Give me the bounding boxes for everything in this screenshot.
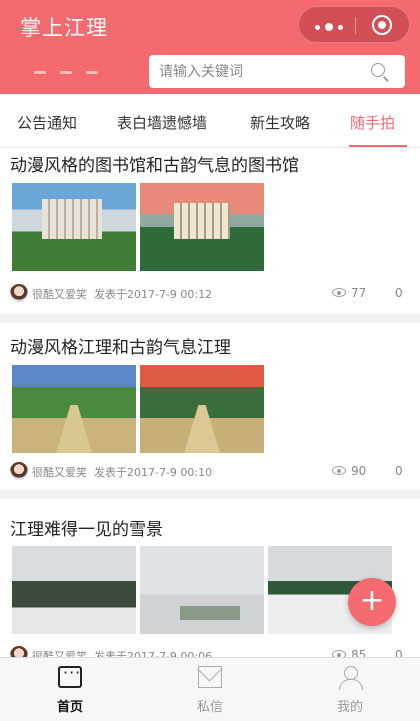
post-card[interactable]: 江理难得一见的雪景 很酷又爱笑 发表于2017-7-9 00:06 85 0 bbox=[0, 499, 420, 657]
search-icon[interactable] bbox=[371, 63, 385, 77]
post-meta: 很酷又爱笑 发表于2017-7-9 00:12 77 0 bbox=[10, 284, 410, 304]
view-count: 77 bbox=[351, 286, 367, 300]
post-card[interactable]: 动漫风格的图书馆和古韵气息的图书馆 很酷又爱笑 发表于2017-7-9 00:1… bbox=[0, 149, 420, 314]
more-icon[interactable] bbox=[315, 23, 343, 31]
post-author[interactable]: 很酷又爱笑 bbox=[32, 286, 87, 302]
post-feed[interactable]: 动漫风格的图书馆和古韵气息的图书馆 很酷又爱笑 发表于2017-7-9 00:1… bbox=[0, 149, 420, 657]
comment-count: 0 bbox=[395, 464, 403, 478]
nav-messages-label: 私信 bbox=[196, 700, 223, 715]
post-author[interactable]: 很酷又爱笑 bbox=[32, 464, 87, 480]
post-meta: 很酷又爱笑 发表于2017-7-9 00:10 90 0 bbox=[10, 462, 410, 482]
nav-home[interactable]: 首页 bbox=[0, 658, 140, 721]
avatar[interactable] bbox=[10, 284, 28, 302]
view-count: 90 bbox=[351, 464, 367, 478]
library-vintage-photo[interactable] bbox=[140, 183, 264, 271]
views-eye-icon bbox=[332, 466, 346, 475]
post-divider bbox=[0, 314, 420, 323]
post-title[interactable]: 江理难得一见的雪景 bbox=[10, 515, 163, 540]
tab-freshman-guide[interactable]: 新生攻略 bbox=[250, 112, 310, 133]
road-anime-photo[interactable] bbox=[12, 365, 136, 453]
avatar[interactable] bbox=[10, 646, 28, 657]
tab-confession-wall[interactable]: 表白墙遗憾墙 bbox=[117, 112, 207, 133]
post-title[interactable]: 动漫风格江理和古韵气息江理 bbox=[10, 333, 231, 358]
nav-home-label: 首页 bbox=[56, 700, 83, 715]
comment-count: 0 bbox=[395, 286, 403, 300]
post-time: 发表于2017-7-9 00:06 bbox=[94, 650, 213, 657]
active-tab-indicator bbox=[349, 145, 407, 147]
road-vintage-photo[interactable] bbox=[140, 365, 264, 453]
new-post-button[interactable]: + bbox=[348, 578, 396, 626]
user-icon bbox=[338, 666, 363, 690]
post-author[interactable]: 很酷又爱笑 bbox=[32, 648, 87, 657]
comment-count: 0 bbox=[395, 648, 403, 657]
app-title: 掌上江理 bbox=[20, 16, 108, 40]
nav-profile[interactable]: 我的 bbox=[280, 658, 420, 721]
close-target-icon[interactable] bbox=[372, 15, 392, 35]
nav-messages[interactable]: 私信 bbox=[140, 658, 280, 721]
bottom-nav: 首页 私信 我的 bbox=[0, 657, 420, 721]
mini-program-capsule bbox=[298, 6, 410, 43]
post-divider bbox=[0, 490, 420, 499]
app-header: 掌上江理 bbox=[0, 0, 420, 94]
library-anime-photo[interactable] bbox=[12, 183, 136, 271]
nav-profile-label: 我的 bbox=[336, 700, 363, 715]
post-time: 发表于2017-7-9 00:12 bbox=[94, 288, 213, 301]
chat-icon bbox=[58, 663, 82, 688]
header-logo bbox=[34, 71, 98, 74]
views-eye-icon bbox=[332, 650, 346, 657]
tab-announcements[interactable]: 公告通知 bbox=[17, 112, 77, 133]
search-box[interactable] bbox=[149, 55, 405, 88]
search-input[interactable] bbox=[159, 59, 369, 84]
category-tabs: 公告通知 表白墙遗憾墙 新生攻略 随手拍 bbox=[0, 94, 420, 148]
post-time: 发表于2017-7-9 00:10 bbox=[94, 466, 213, 479]
post-meta: 很酷又爱笑 发表于2017-7-9 00:06 85 0 bbox=[10, 646, 410, 657]
post-title[interactable]: 动漫风格的图书馆和古韵气息的图书馆 bbox=[10, 151, 299, 176]
view-count: 85 bbox=[351, 648, 367, 657]
snow-field-photo[interactable] bbox=[140, 546, 264, 634]
snow-hill-photo[interactable] bbox=[12, 546, 136, 634]
mail-icon bbox=[198, 666, 222, 688]
tab-snapshots[interactable]: 随手拍 bbox=[350, 112, 395, 133]
views-eye-icon bbox=[332, 288, 346, 297]
capsule-divider bbox=[355, 17, 356, 34]
avatar[interactable] bbox=[10, 462, 28, 480]
post-card[interactable]: 动漫风格江理和古韵气息江理 很酷又爱笑 发表于2017-7-9 00:10 90… bbox=[0, 323, 420, 488]
